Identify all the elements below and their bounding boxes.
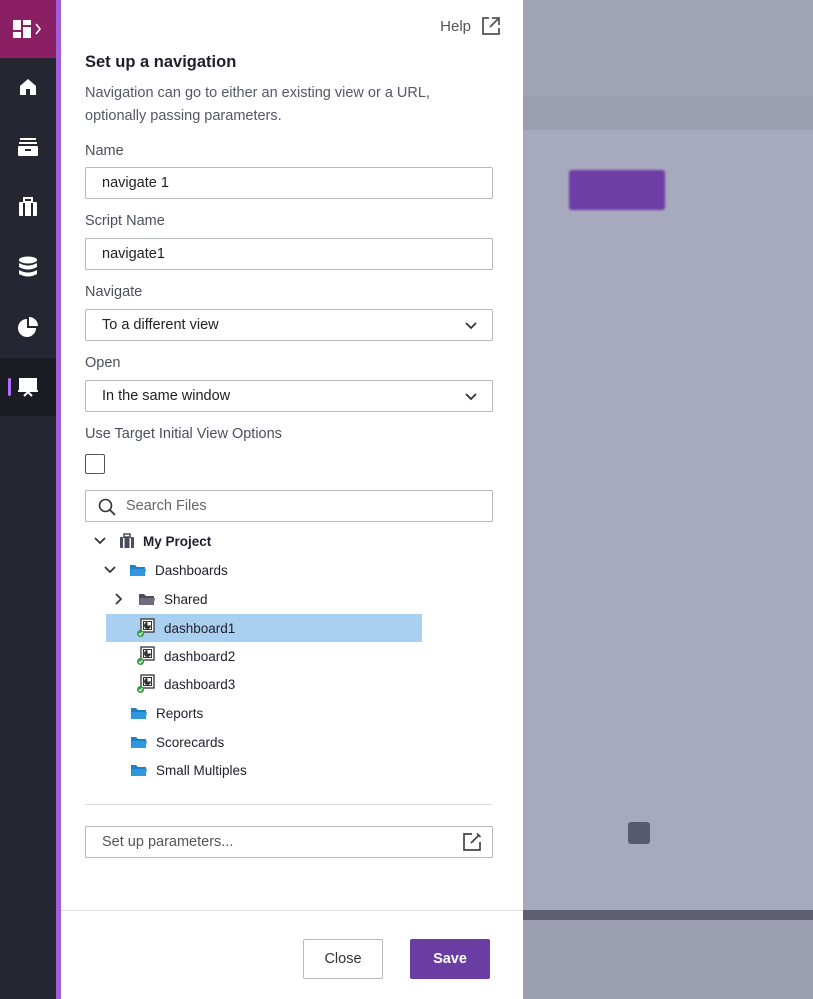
target-options-checkbox[interactable] (85, 454, 105, 474)
open-select[interactable]: In the same window (85, 380, 493, 412)
tree-item-dashboards[interactable]: Dashboards (103, 556, 228, 584)
rail-library[interactable] (0, 118, 56, 176)
chevron-down-icon (104, 566, 116, 574)
save-button[interactable]: Save (410, 939, 490, 979)
help-label: Help (440, 17, 471, 35)
tree-item-dashboard3[interactable]: dashboard3 (136, 670, 235, 698)
archive-icon (18, 138, 38, 156)
folder-icon (139, 594, 155, 605)
tree-item-small-multiples[interactable]: Small Multiples (130, 756, 247, 784)
navigate-value: To a different view (102, 317, 219, 333)
parameters-input[interactable]: Set up parameters... (85, 826, 493, 858)
chevron-down-icon (465, 393, 477, 401)
open-label: Open (85, 355, 121, 371)
folder-icon (131, 737, 147, 748)
help-link[interactable]: Help (440, 16, 501, 36)
navigate-label: Navigate (85, 284, 143, 300)
tree-item-dashboard1[interactable]: dashboard1 (106, 614, 422, 642)
tree-label: Scorecards (156, 734, 225, 750)
navigate-select[interactable]: To a different view (85, 309, 493, 341)
dashboard-grid-icon (13, 20, 42, 38)
tree-item-dashboard2[interactable]: dashboard2 (136, 642, 235, 670)
dashboard-file-icon (137, 618, 155, 637)
left-rail (0, 0, 56, 999)
script-name-value: navigate1 (102, 246, 165, 262)
rail-home[interactable] (0, 58, 56, 116)
rail-data[interactable] (0, 238, 56, 296)
close-button[interactable]: Close (303, 939, 383, 979)
briefcase-icon (19, 197, 37, 216)
panel-title: Set up a navigation (85, 53, 237, 71)
folder-icon (131, 708, 147, 719)
search-placeholder: Search Files (126, 498, 207, 514)
database-icon (19, 256, 37, 277)
background-footer (523, 920, 813, 999)
chevron-down-icon (465, 322, 477, 330)
open-value: In the same window (102, 388, 231, 404)
name-label: Name (85, 143, 124, 159)
tree-item-my-project[interactable]: My Project (93, 527, 211, 555)
external-link-icon (482, 17, 500, 35)
footer-divider (61, 910, 523, 911)
target-options-label: Use Target Initial View Options (85, 426, 282, 442)
script-name-input[interactable]: navigate1 (85, 238, 493, 270)
navigation-panel: Help Set up a navigation Navigation can … (61, 0, 523, 999)
tree-label: Reports (156, 705, 204, 721)
briefcase-icon (120, 533, 134, 548)
background-scrollbar (523, 910, 813, 920)
tree-label: Shared (164, 591, 208, 607)
tree-label: Dashboards (155, 562, 228, 578)
tree-item-reports[interactable]: Reports (130, 699, 203, 727)
folder-icon (131, 765, 147, 776)
edit-icon[interactable] (462, 832, 482, 852)
tree-label: dashboard1 (164, 620, 236, 636)
rail-presentations[interactable] (0, 358, 56, 416)
rail-projects[interactable] (0, 178, 56, 236)
chevron-down-icon (94, 537, 106, 545)
rail-menu-button[interactable] (0, 0, 56, 58)
section-divider (85, 804, 493, 805)
home-icon (20, 79, 36, 95)
search-icon (98, 498, 116, 516)
background-toolbar (523, 0, 813, 96)
tree-item-scorecards[interactable]: Scorecards (130, 728, 224, 756)
chevron-right-icon (115, 593, 123, 605)
name-input[interactable]: navigate 1 (85, 167, 493, 199)
presentation-icon (18, 378, 38, 397)
tree-item-shared[interactable]: Shared (112, 585, 208, 613)
tree-label: dashboard2 (164, 648, 236, 664)
tree-label: Small Multiples (156, 762, 247, 778)
tree-label: dashboard3 (164, 676, 236, 692)
background-widget-icon (628, 822, 650, 844)
rail-analytics[interactable] (0, 298, 56, 356)
search-files-input[interactable]: Search Files (85, 490, 493, 522)
tree-label: My Project (143, 533, 212, 549)
name-value: navigate 1 (102, 175, 169, 191)
background-canvas (523, 0, 813, 999)
folder-icon (130, 565, 146, 576)
dashboard-file-icon (137, 674, 155, 693)
panel-description: Navigation can go to either an existing … (85, 85, 430, 124)
pie-chart-icon (18, 317, 38, 337)
script-name-label: Script Name (85, 213, 165, 229)
background-button-widget (569, 170, 665, 210)
dashboard-file-icon (137, 646, 155, 665)
parameters-placeholder: Set up parameters... (102, 834, 234, 850)
background-ruler (523, 96, 813, 130)
